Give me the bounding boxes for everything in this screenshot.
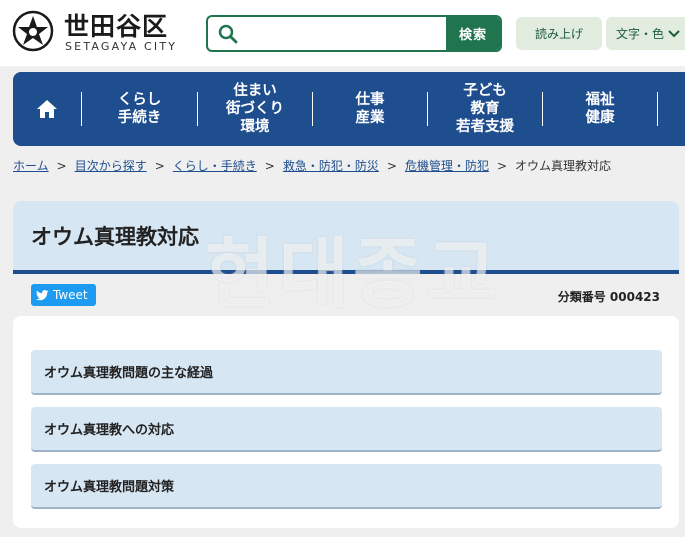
title-underline bbox=[13, 270, 679, 274]
nav-divider bbox=[657, 92, 658, 126]
breadcrumb-separator: > bbox=[56, 159, 67, 173]
home-icon bbox=[37, 100, 57, 118]
text-color-label: 文字・色 bbox=[615, 27, 664, 41]
link-main-history[interactable]: オウム真理教問題の主な経過 bbox=[31, 350, 662, 395]
nav-item-kodomo[interactable]: 子ども 教育 若者支援 bbox=[428, 72, 542, 146]
setagaya-emblem-icon[interactable] bbox=[12, 10, 54, 52]
title-panel: オウム真理教対応 bbox=[13, 201, 679, 270]
content-card: オウム真理教問題の主な経過 オウム真理教への対応 オウム真理教問題対策 bbox=[13, 316, 679, 528]
search-box: 検索 bbox=[206, 15, 502, 52]
link-countermeasures[interactable]: オウム真理教問題対策 bbox=[31, 464, 662, 509]
breadcrumb-link-kurashi[interactable]: くらし・手続き bbox=[173, 159, 257, 173]
breadcrumb-current: オウム真理教対応 bbox=[515, 159, 612, 173]
nav-item-kurashi[interactable]: くらし 手続き bbox=[82, 72, 197, 146]
site-header: 世田谷区 SETAGAYA CITY 検索 読み上げ 文字・色 bbox=[0, 0, 685, 66]
logo-title[interactable]: 世田谷区 bbox=[64, 7, 168, 43]
breadcrumb-separator: > bbox=[264, 159, 275, 173]
page-title: オウム真理教対応 bbox=[31, 225, 199, 249]
text-color-button[interactable]: 文字・色 bbox=[606, 17, 685, 50]
twitter-bird-icon bbox=[36, 289, 49, 300]
search-icon bbox=[218, 24, 238, 44]
global-nav: くらし 手続き 住まい 街づくり 環境 仕事 産業 子ども 教育 若者支援 福祉… bbox=[13, 72, 685, 146]
breadcrumb-separator: > bbox=[496, 159, 508, 173]
nav-home[interactable] bbox=[13, 72, 81, 146]
link-response[interactable]: オウム真理教への対応 bbox=[31, 407, 662, 452]
nav-item-fukushi[interactable]: 福祉 健康 bbox=[543, 72, 657, 146]
search-button[interactable]: 検索 bbox=[446, 17, 500, 50]
chevron-down-icon bbox=[668, 29, 680, 37]
read-aloud-button[interactable]: 読み上げ bbox=[516, 17, 602, 50]
breadcrumb: ホーム > 目次から探す > くらし・手続き > 救急・防犯・防災 > 危機管理・防犯 > オウム真… bbox=[13, 157, 611, 175]
breadcrumb-link-index[interactable]: 目次から探す bbox=[75, 159, 147, 173]
breadcrumb-link-home[interactable]: ホーム bbox=[13, 159, 49, 173]
breadcrumb-link-emergency[interactable]: 救急・防犯・防災 bbox=[283, 159, 379, 173]
tweet-button[interactable]: Tweet bbox=[31, 284, 96, 306]
logo-subtitle: SETAGAYA CITY bbox=[65, 40, 178, 53]
tweet-label: Tweet bbox=[53, 288, 88, 302]
read-aloud-label: 読み上げ bbox=[534, 27, 583, 41]
breadcrumb-separator: > bbox=[386, 159, 397, 173]
nav-item-shigoto[interactable]: 仕事 産業 bbox=[313, 72, 427, 146]
breadcrumb-link-crisis[interactable]: 危機管理・防犯 bbox=[405, 159, 489, 173]
search-input[interactable] bbox=[246, 17, 450, 50]
category-number: 分類番号 000423 bbox=[557, 290, 660, 304]
breadcrumb-separator: > bbox=[154, 159, 165, 173]
nav-item-sumai[interactable]: 住まい 街づくり 環境 bbox=[198, 72, 312, 146]
